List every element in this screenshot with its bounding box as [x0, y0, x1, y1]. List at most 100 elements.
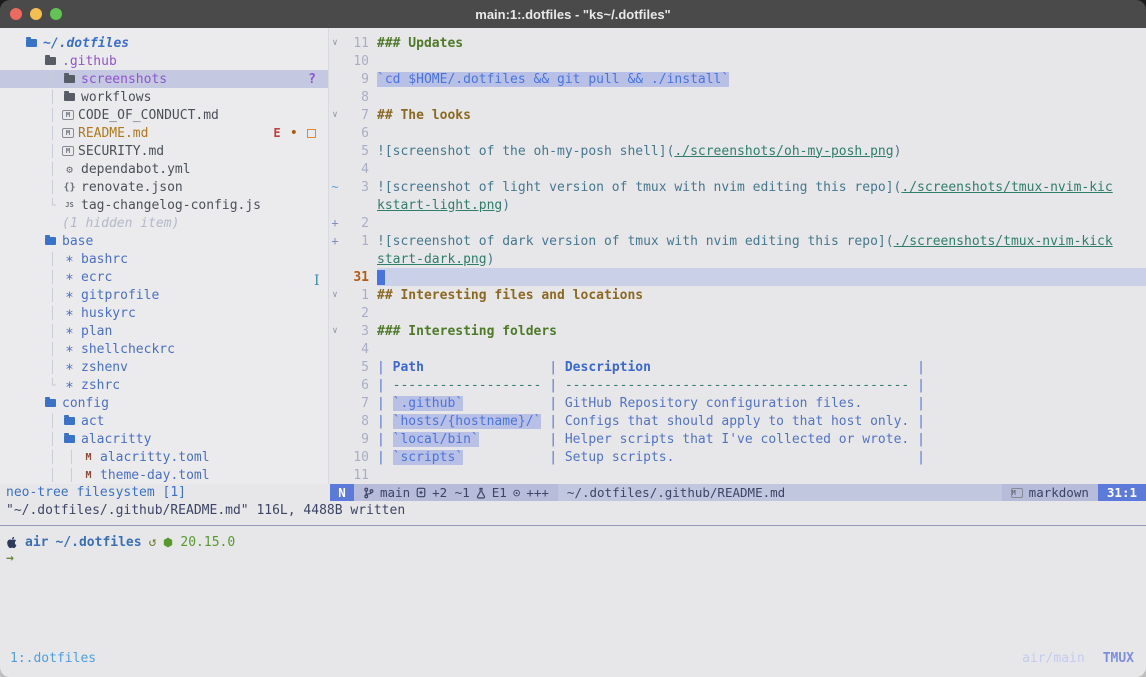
tree-item[interactable]: config [0, 394, 328, 412]
apple-icon [6, 536, 18, 549]
tree-item[interactable]: │alacritty [0, 430, 328, 448]
tree-item[interactable]: │{}renovate.json [0, 178, 328, 196]
editor-line[interactable]: kstart-light.png) [329, 196, 1146, 214]
tree-item[interactable]: │MCODE_OF_CONDUCT.md [0, 106, 328, 124]
line-number: 1 [341, 234, 369, 249]
editor-line[interactable]: ∨1## Interesting files and locations [329, 286, 1146, 304]
vim-statusline: N main +2 ~1 E1 ⊙ +++ [330, 484, 1146, 501]
editor-line[interactable]: 11 [329, 466, 1146, 484]
tree-item[interactable]: │*zshenv [0, 358, 328, 376]
tree-item[interactable]: │MREADME.mdE• [0, 124, 328, 142]
tree-guide: │ [43, 450, 62, 464]
editor-line[interactable]: 10 [329, 52, 1146, 70]
editor-line[interactable]: 10| `scripts` | Setup scripts. | [329, 448, 1146, 466]
tree-item[interactable]: │*huskyrc [0, 304, 328, 322]
node-version: 20.15.0 [180, 535, 235, 550]
tree-item-label: plan [81, 324, 112, 339]
tree-item[interactable]: │act [0, 412, 328, 430]
editor-line[interactable]: ∨11### Updates [329, 34, 1146, 52]
editor-line[interactable]: 4 [329, 160, 1146, 178]
tree-item[interactable]: │*shellcheckrc [0, 340, 328, 358]
tree-item[interactable]: │ workflows [0, 88, 328, 106]
git-branch-icon [363, 487, 374, 499]
editor-pane[interactable]: ∨11### Updates109`cd $HOME/.dotfiles && … [329, 28, 1146, 484]
folder-blue-icon [62, 435, 77, 443]
editor-line[interactable]: start-dark.png) [329, 250, 1146, 268]
shell-prompt: air ~/.dotfiles ↺ 20.15.0 [6, 533, 1146, 551]
editor-line[interactable]: 2 [329, 304, 1146, 322]
fold-marker-icon: ∨ [329, 110, 341, 120]
tree-item[interactable]: └JStag-changelog-config.js [0, 196, 328, 214]
editor-line[interactable]: 6 [329, 124, 1146, 142]
tree-item-label: screenshots [81, 72, 167, 87]
git-sync-icon: ↺ [149, 535, 157, 550]
editor-line[interactable]: 5![screenshot of the oh-my-posh shell](.… [329, 142, 1146, 160]
tree-guide: │ [43, 162, 62, 176]
tree-guide: │ [43, 108, 62, 122]
editor-line[interactable]: 9| `local/bin` | Helper scripts that I'v… [329, 430, 1146, 448]
editor-line[interactable]: 8| `hosts/{hostname}/` | Configs that sh… [329, 412, 1146, 430]
tree-item[interactable]: │*ecrc [0, 268, 328, 286]
editor-line[interactable]: 4 [329, 340, 1146, 358]
tree-item[interactable]: ││Mtheme-day.toml [0, 466, 328, 484]
editor-line[interactable]: 7| `.github` | GitHub Repository configu… [329, 394, 1146, 412]
cursor-position: 31:1 [1098, 484, 1146, 501]
editor-line[interactable]: 9`cd $HOME/.dotfiles && git pull && ./in… [329, 70, 1146, 88]
tree-item-label: ~/.dotfiles [43, 36, 129, 51]
tree-item-label: README.md [78, 126, 148, 141]
asterisk-icon: * [62, 289, 77, 302]
editor-line[interactable]: +1![screenshot of dark version of tmux w… [329, 232, 1146, 250]
asterisk-icon: * [62, 325, 77, 338]
line-number: 2 [341, 216, 369, 231]
line-number: 8 [341, 90, 369, 105]
tree-item[interactable]: base [0, 232, 328, 250]
tree-item-badges: E• [273, 125, 316, 141]
line-number: 31 [341, 270, 369, 285]
tree-guide: │ [43, 432, 62, 446]
tree-item[interactable]: │*gitprofile [0, 286, 328, 304]
git-sign: ~ [329, 180, 341, 194]
editor-line[interactable]: ∨7## The looks [329, 106, 1146, 124]
tree-guide: │ [43, 90, 62, 104]
tree-item[interactable]: │*bashrc [0, 250, 328, 268]
neo-tree-status: neo-tree filesystem [1] [0, 484, 330, 501]
asterisk-icon: * [62, 307, 77, 320]
tree-item-label: workflows [81, 90, 151, 105]
tree-item-label: zshrc [81, 378, 120, 393]
shell-empty-area[interactable] [0, 569, 1146, 645]
editor-line[interactable]: 5| Path | Description | [329, 358, 1146, 376]
line-text: ## Interesting files and locations [377, 286, 1146, 304]
tree-item[interactable]: ~/.dotfiles [0, 34, 328, 52]
tree-item[interactable]: │*plan [0, 322, 328, 340]
tree-item[interactable]: │⚙dependabot.yml [0, 160, 328, 178]
line-number: 5 [341, 144, 369, 159]
asterisk-icon: * [62, 253, 77, 266]
tree-item-label: bashrc [81, 252, 128, 267]
tree-item[interactable]: (1 hidden item) [0, 214, 328, 232]
line-text: | ------------------- | ----------------… [377, 376, 1146, 394]
editor-line[interactable]: 6| ------------------- | ---------------… [329, 376, 1146, 394]
flask-icon [476, 487, 486, 499]
tmux-session-name: air/main [1022, 651, 1085, 666]
line-text [377, 52, 1146, 70]
editor-line[interactable]: 8 [329, 88, 1146, 106]
tree-guide: │ [43, 306, 62, 320]
buffer-icon [416, 487, 426, 498]
clock-icon: ⊙ [513, 485, 521, 500]
prompt-arrow[interactable]: → [6, 551, 1146, 569]
editor-line[interactable]: ∨3### Interesting folders [329, 322, 1146, 340]
shell-pane[interactable]: air ~/.dotfiles ↺ 20.15.0 → [0, 526, 1146, 569]
tmux-window-name[interactable]: 1:.dotfiles [10, 651, 96, 666]
editor-line[interactable]: ~3![screenshot of light version of tmux … [329, 178, 1146, 196]
git-branch-name: main [380, 485, 410, 500]
window-title: main:1:.dotfiles - "ks~/.dotfiles" [0, 7, 1146, 22]
line-number: 7 [341, 396, 369, 411]
tree-item[interactable]: │MSECURITY.md [0, 142, 328, 160]
tree-item[interactable]: └*zshrc [0, 376, 328, 394]
tree-item[interactable]: ││Malacritty.toml [0, 448, 328, 466]
line-number: 4 [341, 342, 369, 357]
tree-item[interactable]: │screenshots? [0, 70, 328, 88]
tree-item[interactable]: .github [0, 52, 328, 70]
editor-line[interactable]: 31 [329, 268, 1146, 286]
editor-line[interactable]: +2 [329, 214, 1146, 232]
